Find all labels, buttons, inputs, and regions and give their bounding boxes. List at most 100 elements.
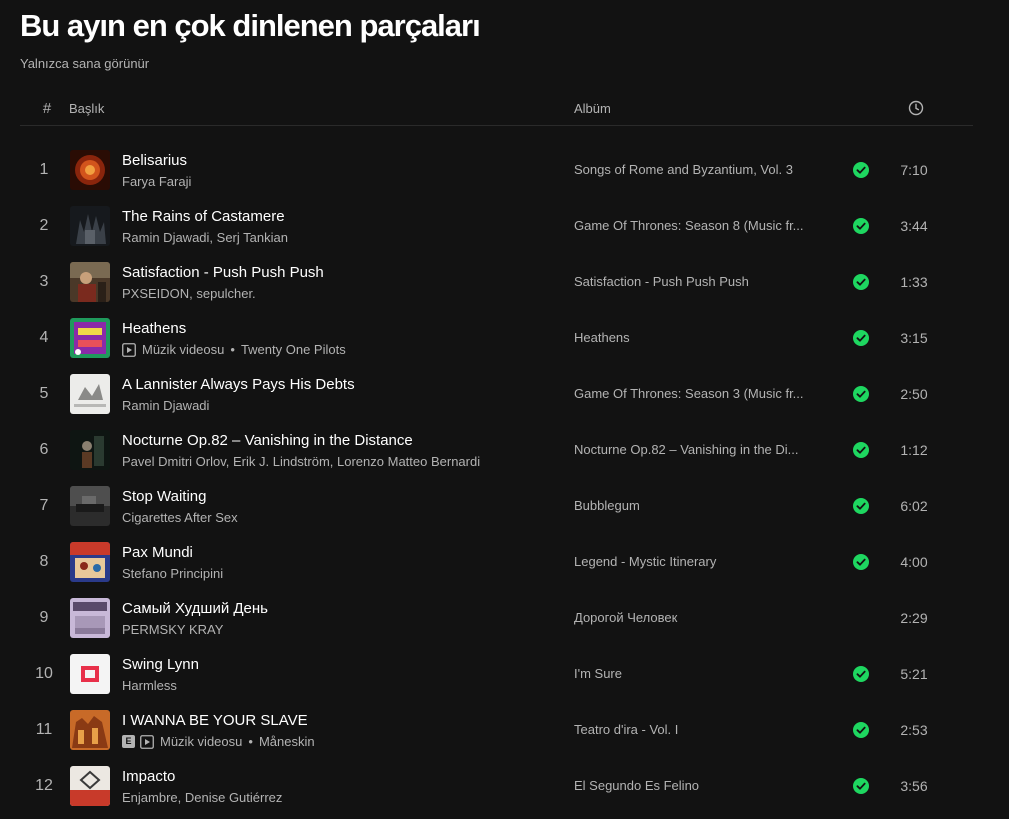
album-cover — [70, 710, 110, 750]
track-duration: 4:00 — [900, 554, 928, 570]
track-artist[interactable]: Ramin Djawadi, Serj Tankian — [122, 230, 288, 245]
track-album[interactable]: I'm Sure — [574, 666, 824, 681]
saved-check-icon[interactable] — [853, 554, 869, 570]
track-row[interactable]: 8 Pax Mundi Stefano Principini Legend - Mys… — [20, 534, 973, 590]
album-cover — [70, 262, 110, 302]
header-album[interactable]: Albüm — [574, 101, 611, 116]
track-duration: 6:02 — [900, 498, 928, 514]
saved-check-icon[interactable] — [853, 218, 869, 234]
track-duration: 2:29 — [900, 610, 928, 626]
track-number: 1 — [39, 161, 49, 178]
album-cover — [70, 150, 110, 190]
saved-check-icon[interactable] — [853, 498, 869, 514]
saved-check-icon[interactable] — [853, 442, 869, 458]
page-subtitle: Yalnızca sana görünür — [20, 56, 150, 71]
clock-icon[interactable] — [908, 100, 924, 116]
video-label: Müzik videosu — [160, 734, 243, 749]
track-duration: 5:21 — [900, 666, 928, 682]
track-row[interactable]: 6 Nocturne Op.82 – Vanishing in the Dista… — [20, 422, 973, 478]
track-number: 8 — [39, 553, 49, 570]
album-cover — [70, 598, 110, 638]
track-title[interactable]: Satisfaction - Push Push Push — [122, 264, 324, 281]
saved-check-icon[interactable] — [853, 666, 869, 682]
saved-check-icon[interactable] — [853, 722, 869, 738]
video-label: Müzik videosu — [142, 342, 225, 357]
track-album[interactable]: Дорогой Человек — [574, 610, 824, 625]
track-subtitle: Cigarettes After Sex — [122, 510, 238, 525]
track-number: 12 — [35, 777, 53, 794]
track-album[interactable]: Legend - Mystic Itinerary — [574, 554, 824, 569]
header-title[interactable]: Başlık — [69, 101, 104, 116]
track-title[interactable]: I WANNA BE YOUR SLAVE — [122, 712, 308, 729]
track-title[interactable]: Belisarius — [122, 152, 187, 169]
track-artist[interactable]: Twenty One Pilots — [241, 342, 346, 357]
track-row[interactable]: 7 Stop Waiting Cigarettes After Sex Bubbleg… — [20, 478, 973, 534]
track-album[interactable]: Satisfaction - Push Push Push — [574, 274, 824, 289]
track-artist[interactable]: Harmless — [122, 678, 177, 693]
track-subtitle: Pavel Dmitri Orlov, Erik J. Lindström, L… — [122, 454, 480, 469]
track-album[interactable]: Game Of Thrones: Season 3 (Music fr... — [574, 386, 824, 401]
track-row[interactable]: 10 Swing Lynn Harmless I'm Sure 5:21 — [20, 646, 973, 702]
track-duration: 2:53 — [900, 722, 928, 738]
track-subtitle: Stefano Principini — [122, 566, 223, 581]
track-title[interactable]: Nocturne Op.82 – Vanishing in the Distan… — [122, 432, 413, 449]
track-subtitle: Müzik videosu • Twenty One Pilots — [122, 342, 346, 357]
track-number: 10 — [35, 665, 53, 682]
saved-check-icon[interactable] — [853, 778, 869, 794]
track-artist[interactable]: PXSEIDON, sepulcher. — [122, 286, 256, 301]
track-number: 4 — [39, 329, 49, 346]
track-subtitle: Farya Faraji — [122, 174, 191, 189]
track-title[interactable]: A Lannister Always Pays His Debts — [122, 376, 355, 393]
track-album[interactable]: Songs of Rome and Byzantium, Vol. 3 — [574, 162, 824, 177]
track-title[interactable]: The Rains of Castamere — [122, 208, 285, 225]
track-title[interactable]: Stop Waiting — [122, 488, 207, 505]
track-artist[interactable]: Farya Faraji — [122, 174, 191, 189]
saved-check-icon[interactable] — [853, 274, 869, 290]
track-row[interactable]: 2 The Rains of Castamere Ramin Djawadi, Se… — [20, 198, 973, 254]
track-subtitle: Ramin Djawadi — [122, 398, 209, 413]
track-album[interactable]: Nocturne Op.82 – Vanishing in the Di... — [574, 442, 824, 457]
album-cover — [70, 318, 110, 358]
track-artist[interactable]: Enjambre, Denise Gutiérrez — [122, 790, 282, 805]
saved-check-icon[interactable] — [853, 330, 869, 346]
saved-check-icon[interactable] — [853, 162, 869, 178]
track-artist[interactable]: Stefano Principini — [122, 566, 223, 581]
track-artist[interactable]: Pavel Dmitri Orlov, Erik J. Lindström, L… — [122, 454, 480, 469]
track-number: 6 — [39, 441, 49, 458]
track-title[interactable]: Heathens — [122, 320, 186, 337]
album-cover — [70, 542, 110, 582]
track-title[interactable]: Impacto — [122, 768, 175, 785]
video-icon — [140, 735, 154, 749]
track-row[interactable]: 4 Heathens Müzik videosu • Twenty One Pilots… — [20, 310, 973, 366]
track-duration: 3:15 — [900, 330, 928, 346]
header-number: # — [42, 100, 52, 117]
track-row[interactable]: 11 I WANNA BE YOUR SLAVE E Müzik videosu • Må… — [20, 702, 973, 758]
track-artist[interactable]: Måneskin — [259, 734, 315, 749]
track-title[interactable]: Самый Худший День — [122, 600, 268, 617]
explicit-badge: E — [122, 735, 135, 748]
track-row[interactable]: 5 A Lannister Always Pays His Debts Ramin … — [20, 366, 973, 422]
track-row[interactable]: 3 Satisfaction - Push Push Push PXSEIDON, … — [20, 254, 973, 310]
album-cover — [70, 206, 110, 246]
track-album[interactable]: Teatro d'ira - Vol. I — [574, 722, 824, 737]
page-title: Bu ayın en çok dinlenen parçaları — [20, 8, 481, 43]
track-artist[interactable]: PERMSKY KRAY — [122, 622, 223, 637]
track-album[interactable]: Bubblegum — [574, 498, 824, 513]
track-duration: 2:50 — [900, 386, 928, 402]
track-row[interactable]: 1 Belisarius Farya Faraji Songs of Rome and… — [20, 142, 973, 198]
saved-check-icon[interactable] — [853, 386, 869, 402]
track-subtitle: Ramin Djawadi, Serj Tankian — [122, 230, 288, 245]
track-album[interactable]: Heathens — [574, 330, 824, 345]
track-title[interactable]: Swing Lynn — [122, 656, 199, 673]
track-album[interactable]: El Segundo Es Felino — [574, 778, 824, 793]
track-artist[interactable]: Ramin Djawadi — [122, 398, 209, 413]
tracklist: 1 Belisarius Farya Faraji Songs of Rome and… — [20, 142, 973, 814]
track-row[interactable]: 9 Самый Худший День PERMSKY KRAY Дорогой Че… — [20, 590, 973, 646]
track-duration: 3:44 — [900, 218, 928, 234]
track-row[interactable]: 12 Impacto Enjambre, Denise Gutiérrez El Se… — [20, 758, 973, 814]
track-artist[interactable]: Cigarettes After Sex — [122, 510, 238, 525]
track-title[interactable]: Pax Mundi — [122, 544, 193, 561]
track-duration: 3:56 — [900, 778, 928, 794]
track-duration: 7:10 — [900, 162, 928, 178]
track-album[interactable]: Game Of Thrones: Season 8 (Music fr... — [574, 218, 824, 233]
